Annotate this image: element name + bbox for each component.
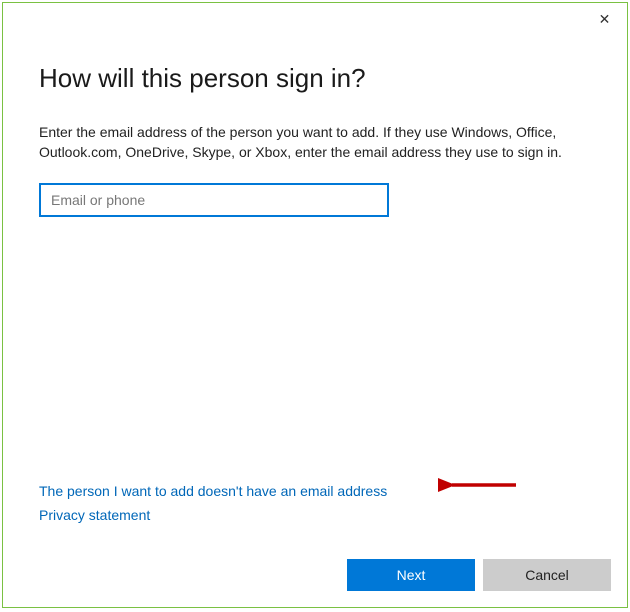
account-signin-dialog: ✕ How will this person sign in? Enter th… [2,2,628,608]
dialog-heading: How will this person sign in? [39,63,591,94]
cancel-button[interactable]: Cancel [483,559,611,591]
links-section: The person I want to add doesn't have an… [39,483,591,549]
close-button[interactable]: ✕ [582,5,627,33]
dialog-content: How will this person sign in? Enter the … [3,33,627,549]
next-button[interactable]: Next [347,559,475,591]
close-icon: ✕ [599,11,611,28]
spacer [39,217,591,483]
dialog-footer: Next Cancel [3,549,627,607]
titlebar: ✕ [3,3,627,33]
no-email-link[interactable]: The person I want to add doesn't have an… [39,483,387,499]
dialog-instructions: Enter the email address of the person yo… [39,122,591,163]
email-or-phone-input[interactable] [39,183,389,217]
privacy-statement-link[interactable]: Privacy statement [39,507,150,523]
